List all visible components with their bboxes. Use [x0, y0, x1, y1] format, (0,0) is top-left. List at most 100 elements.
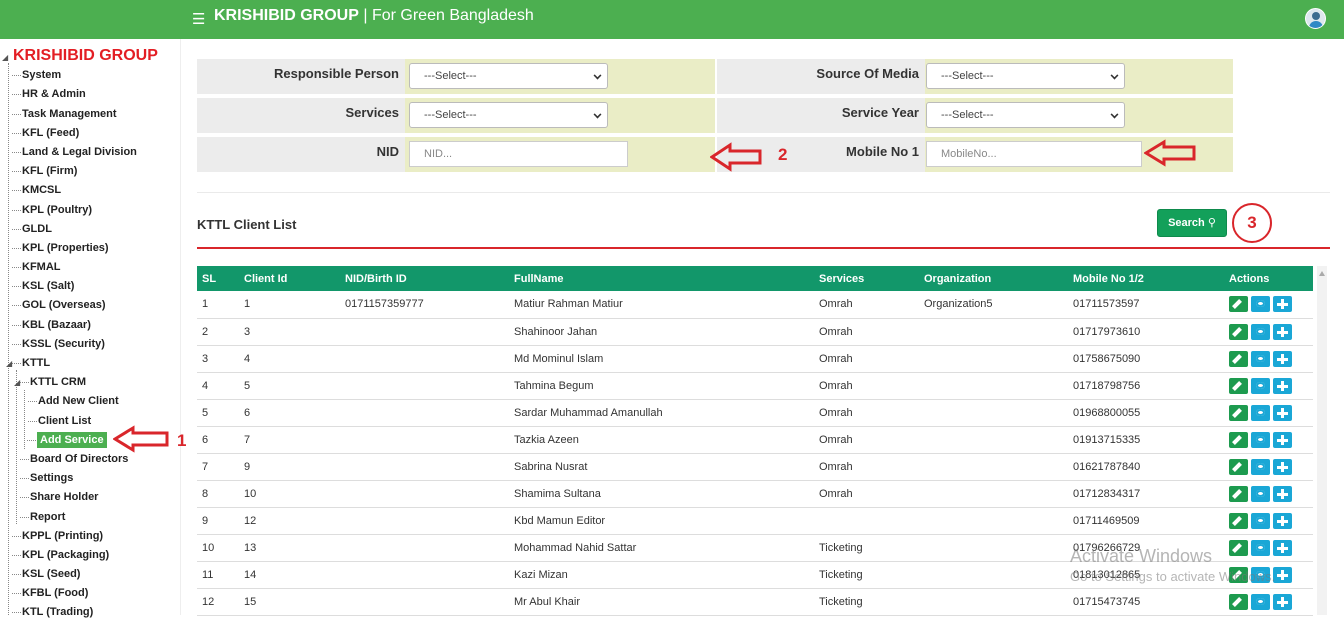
sidebar-item-kpl-properties[interactable]: KPL (Properties)	[12, 240, 109, 256]
services-cell: Omrah	[814, 399, 919, 427]
sidebar-item-land-legal-division[interactable]: Land & Legal Division	[12, 144, 137, 160]
tree-root-label[interactable]: KRISHIBID GROUP	[13, 47, 158, 65]
source-of-media-select[interactable]: ---Select---	[926, 63, 1125, 89]
organization-cell	[919, 318, 1068, 346]
column-header[interactable]: Mobile No 1/2	[1068, 266, 1224, 291]
edit-icon[interactable]	[1229, 350, 1248, 367]
sidebar-item-kpl-packaging[interactable]: KPL (Packaging)	[12, 547, 109, 563]
column-header[interactable]: Services	[814, 266, 919, 291]
column-header[interactable]: Client Id	[239, 266, 340, 291]
sidebar-item-kfl-feed[interactable]: KFL (Feed)	[12, 125, 80, 141]
services-select[interactable]: ---Select---	[409, 102, 608, 128]
eye-icon[interactable]	[1251, 512, 1270, 529]
edit-icon[interactable]	[1229, 377, 1248, 394]
eye-icon[interactable]	[1251, 323, 1270, 340]
sidebar-item-gol-overseas[interactable]: GOL (Overseas)	[12, 297, 106, 313]
edit-icon[interactable]	[1229, 404, 1248, 421]
sidebar-item-share-holder[interactable]: Share Holder	[20, 489, 98, 505]
plus-icon[interactable]	[1273, 296, 1292, 313]
edit-icon[interactable]	[1229, 593, 1248, 610]
table-scrollbar[interactable]	[1317, 266, 1327, 615]
plus-icon[interactable]	[1273, 539, 1292, 556]
sidebar-item-ksl-salt[interactable]: KSL (Salt)	[12, 278, 74, 294]
sl-cell: 8	[197, 480, 239, 508]
plus-icon[interactable]	[1273, 593, 1292, 610]
search-button[interactable]: Search ⚲	[1157, 209, 1227, 237]
service-year-select[interactable]: ---Select---	[926, 102, 1125, 128]
eye-icon[interactable]	[1251, 431, 1270, 448]
sidebar-item-add-new-client[interactable]: Add New Client	[28, 393, 119, 409]
eye-icon[interactable]	[1251, 485, 1270, 502]
sidebar-item-kssl-security[interactable]: KSSL (Security)	[12, 336, 105, 352]
sidebar-item-kmcsl[interactable]: KMCSL	[12, 182, 61, 198]
edit-icon[interactable]	[1229, 458, 1248, 475]
sidebar-item-client-list[interactable]: Client List	[28, 413, 91, 429]
plus-icon[interactable]	[1273, 566, 1292, 583]
plus-icon[interactable]	[1273, 350, 1292, 367]
edit-icon[interactable]	[1229, 323, 1248, 340]
sidebar-item-hr-admin[interactable]: HR & Admin	[12, 86, 86, 102]
sidebar-item-task-management[interactable]: Task Management	[12, 106, 117, 122]
menu-toggle-icon[interactable]: ☰	[192, 10, 205, 28]
plus-icon[interactable]	[1273, 404, 1292, 421]
sidebar-item-label: Task Management	[22, 108, 117, 120]
watermark-line2: Go to Settings to activate Windows.	[1070, 569, 1276, 584]
plus-icon[interactable]	[1273, 377, 1292, 394]
eye-icon[interactable]	[1251, 458, 1270, 475]
eye-icon[interactable]	[1251, 404, 1270, 421]
plus-icon[interactable]	[1273, 431, 1292, 448]
nid-cell	[340, 507, 509, 535]
sidebar-item-kfbl-food[interactable]: KFBL (Food)	[12, 585, 88, 601]
eye-icon[interactable]	[1251, 377, 1270, 394]
edit-icon[interactable]	[1229, 485, 1248, 502]
mobile-placeholder: MobileNo...	[941, 148, 997, 160]
sidebar-item-report[interactable]: Report	[20, 509, 65, 525]
sidebar-item-label: Add New Client	[38, 395, 119, 407]
edit-icon[interactable]	[1229, 512, 1248, 529]
sidebar-item-ksl-seed[interactable]: KSL (Seed)	[12, 566, 80, 582]
user-avatar[interactable]	[1305, 8, 1326, 29]
column-header[interactable]: NID/Birth ID	[340, 266, 509, 291]
sidebar-item-kpl-poultry[interactable]: KPL (Poultry)	[12, 202, 92, 218]
eye-icon[interactable]	[1251, 593, 1270, 610]
sidebar-item-ktl-trading[interactable]: KTL (Trading)	[12, 604, 93, 620]
responsible-person-select[interactable]: ---Select---	[409, 63, 608, 89]
sidebar-item-settings[interactable]: Settings	[20, 470, 73, 486]
plus-icon[interactable]	[1273, 485, 1292, 502]
sidebar-item-kttl[interactable]: KTTL	[12, 355, 51, 371]
table-row: 12 15 Mr Abul Khair Ticketing 01715473745	[197, 588, 1313, 616]
sidebar-item-kfl-firm[interactable]: KFL (Firm)	[12, 163, 77, 179]
sidebar-item-add-service[interactable]: Add Service	[27, 432, 107, 448]
tree-guide	[24, 390, 25, 449]
sidebar-item-kbl-bazaar[interactable]: KBL (Bazaar)	[12, 317, 91, 333]
sidebar-item-kfmal[interactable]: KFMAL	[12, 259, 61, 275]
edit-icon[interactable]	[1229, 296, 1248, 313]
client-id-cell: 14	[239, 561, 340, 589]
tree-collapse-icon[interactable]: ◢	[2, 53, 8, 62]
column-header[interactable]: Organization	[919, 266, 1068, 291]
plus-icon[interactable]	[1273, 512, 1292, 529]
sidebar-item-label: KFL (Feed)	[22, 127, 80, 139]
sidebar-item-system[interactable]: System	[12, 67, 61, 83]
client-id-cell: 10	[239, 480, 340, 508]
mobile-input[interactable]: MobileNo...	[926, 141, 1142, 167]
column-header[interactable]: FullName	[509, 266, 814, 291]
edit-icon[interactable]	[1229, 431, 1248, 448]
sidebar-item-kttl-crm[interactable]: KTTL CRM	[20, 374, 86, 390]
sidebar-item-board-of-directors[interactable]: Board Of Directors	[20, 451, 128, 467]
table-row: 2 3 Shahinoor Jahan Omrah 01717973610	[197, 318, 1313, 346]
table-row: 6 7 Tazkia Azeen Omrah 01913715335	[197, 426, 1313, 454]
plus-icon[interactable]	[1273, 323, 1292, 340]
scroll-up-icon[interactable]	[1319, 271, 1325, 276]
organization-cell	[919, 345, 1068, 373]
annotation-arrow-1	[113, 425, 169, 453]
sidebar-item-gldl[interactable]: GLDL	[12, 221, 52, 237]
sidebar-item-label: KTTL	[22, 357, 51, 369]
eye-icon[interactable]	[1251, 350, 1270, 367]
nid-input[interactable]: NID...	[409, 141, 628, 167]
column-header[interactable]: SL	[197, 266, 239, 291]
plus-icon[interactable]	[1273, 458, 1292, 475]
eye-icon[interactable]	[1251, 296, 1270, 313]
sidebar-item-kppl-printing[interactable]: KPPL (Printing)	[12, 528, 103, 544]
services-cell: Omrah	[814, 318, 919, 346]
